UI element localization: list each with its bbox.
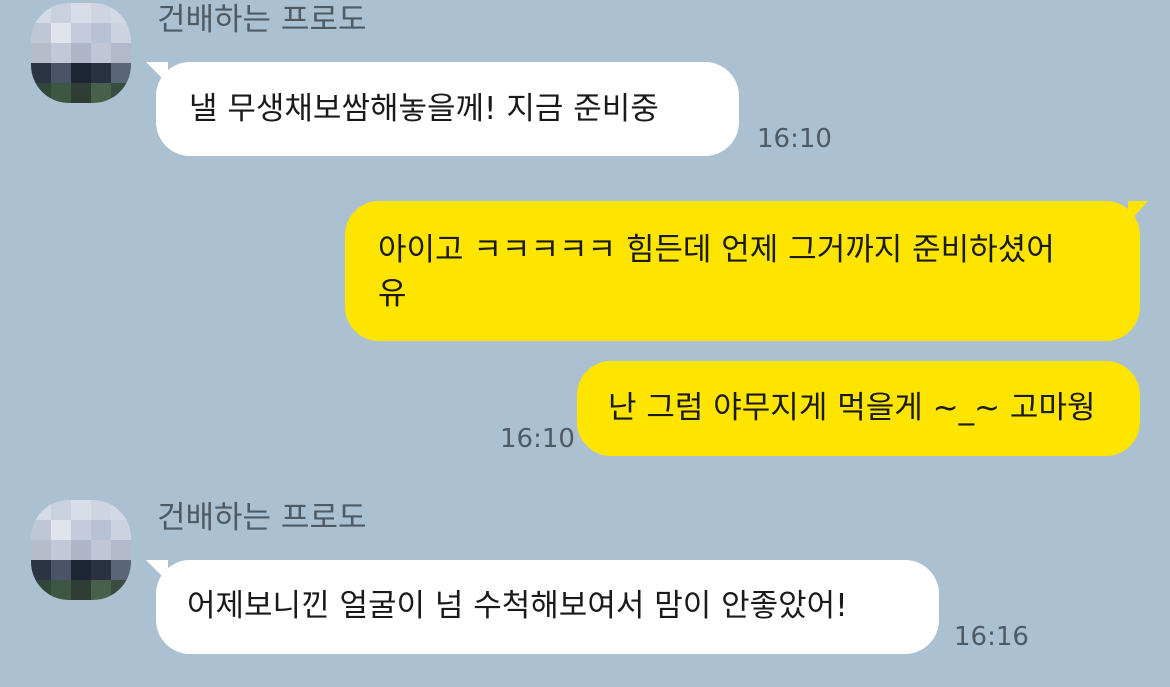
message-bubble-outgoing[interactable]: 아이고 ㅋㅋㅋㅋㅋ 힘든데 언제 그거까지 준비하셨어 유 <box>345 201 1140 341</box>
message-text: 난 그럼 야무지게 먹을게 ~_~ 고마웡 <box>608 390 1096 426</box>
message-time: 16:10 <box>757 124 832 154</box>
message-time: 16:16 <box>954 622 1029 652</box>
avatar[interactable] <box>31 3 131 103</box>
chat-room[interactable]: 건배하는 프로도 낼 무생채보쌈해놓을께! 지금 준비중 16:10 아이고 ㅋ… <box>0 0 1170 687</box>
sender-name: 건배하는 프로도 <box>157 2 367 38</box>
message-text: 낼 무생채보쌈해놓을께! 지금 준비중 <box>189 91 659 127</box>
message-text-line: 유 <box>378 276 407 312</box>
bubble-tail <box>1128 201 1148 223</box>
avatar[interactable] <box>31 500 131 600</box>
message-bubble-outgoing[interactable]: 난 그럼 야무지게 먹을게 ~_~ 고마웡 <box>577 361 1140 456</box>
message-bubble-incoming[interactable]: 낼 무생채보쌈해놓을께! 지금 준비중 <box>156 62 739 156</box>
message-text-line: 아이고 ㅋㅋㅋㅋㅋ 힘든데 언제 그거까지 준비하셨어 <box>378 232 1055 268</box>
message-text: 어제보니낀 얼굴이 넘 수척해보여서 맘이 안좋았어! <box>187 588 848 624</box>
message-time: 16:10 <box>500 424 575 454</box>
sender-name: 건배하는 프로도 <box>157 500 367 536</box>
message-bubble-incoming[interactable]: 어제보니낀 얼굴이 넘 수척해보여서 맘이 안좋았어! <box>156 560 939 654</box>
